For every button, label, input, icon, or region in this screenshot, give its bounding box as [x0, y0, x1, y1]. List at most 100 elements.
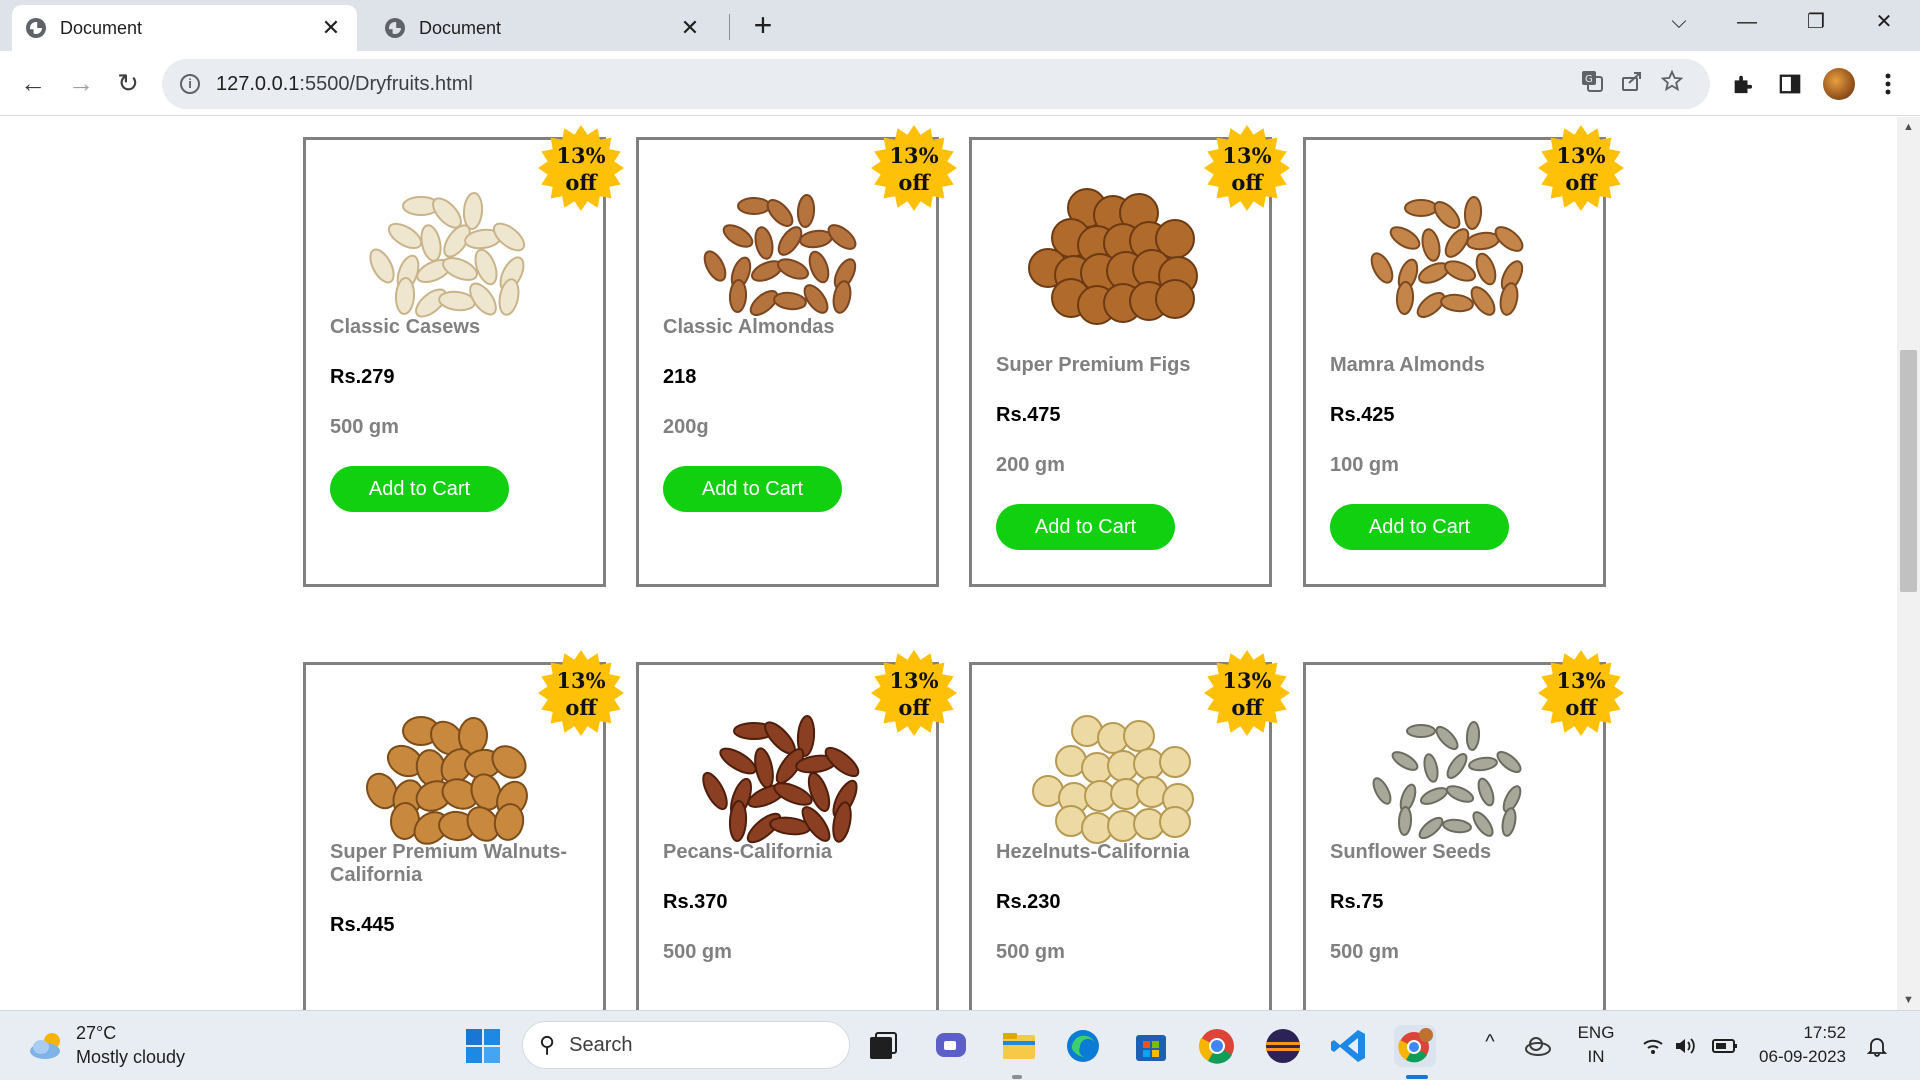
product-weight: 500 gm — [996, 941, 1065, 963]
tab-separator — [729, 14, 730, 40]
product-name: Sunflower Seeds — [1330, 841, 1492, 863]
discount-badge: 13% off — [1203, 124, 1291, 212]
product-price: Rs.279 — [330, 366, 395, 388]
extensions-icon[interactable] — [1724, 66, 1760, 102]
edge-browser-icon[interactable] — [1062, 1025, 1104, 1067]
language-indicator-line1[interactable]: ENG — [1570, 1023, 1622, 1043]
eclipse-ide-icon[interactable] — [1262, 1025, 1304, 1067]
reload-button[interactable]: ↻ — [110, 65, 146, 101]
product-name: Classic Casews — [330, 316, 481, 338]
svg-text:G: G — [1585, 74, 1593, 85]
product-weight: 500 gm — [1330, 941, 1399, 963]
tab-search-dropdown-icon[interactable]: ⌵ — [1653, 6, 1705, 38]
product-price: Rs.475 — [996, 404, 1061, 426]
product-image — [1351, 695, 1551, 865]
weather-description[interactable]: Mostly cloudy — [76, 1047, 185, 1068]
product-price: Rs.445 — [330, 914, 395, 936]
show-hidden-icons-chevron[interactable]: ^ — [1480, 1031, 1500, 1054]
product-card: 13% off Hezelnuts-California Rs.230 500 gm — [969, 650, 1290, 1010]
minimize-button[interactable]: — — [1721, 6, 1773, 38]
restore-button[interactable]: ❐ — [1790, 6, 1842, 38]
url-text[interactable]: 127.0.0.1:5500/Dryfruits.html — [216, 73, 1572, 96]
discount-percent: 13% — [1556, 668, 1606, 693]
teams-chat-icon[interactable] — [930, 1025, 972, 1067]
microsoft-store-icon[interactable] — [1130, 1025, 1172, 1067]
taskbar: 27°C Mostly cloudy ⚲ Search ^ ENG IN 17:… — [0, 1010, 1920, 1080]
product-weight: 200 gm — [996, 454, 1065, 476]
product-name: Super Premium Walnuts-California — [330, 841, 568, 886]
close-window-button[interactable]: ✕ — [1858, 6, 1910, 38]
product-image — [351, 170, 551, 340]
add-to-cart-button[interactable]: Add to Cart — [1330, 504, 1509, 550]
battery-icon[interactable] — [1712, 1038, 1738, 1054]
product-price: Rs.230 — [996, 891, 1061, 913]
product-name: Super Premium Figs — [996, 354, 1191, 376]
bookmark-star-icon[interactable] — [1652, 69, 1692, 98]
scroll-thumb[interactable] — [1900, 350, 1917, 592]
product-name: Classic Almondas — [663, 316, 835, 338]
clock-date[interactable]: 06-09-2023 — [1750, 1047, 1846, 1067]
tab-document-active[interactable]: Document ✕ — [12, 5, 357, 51]
discount-percent: 13% — [556, 668, 606, 693]
discount-off-label: off — [1565, 695, 1597, 720]
vertical-scrollbar[interactable]: ▲ ▼ — [1897, 117, 1920, 1010]
product-card: 13% off Classic Casews Rs.279 500 gm Add to C… — [303, 125, 624, 587]
chrome-icon[interactable] — [1196, 1025, 1238, 1067]
discount-badge: 13% off — [1203, 649, 1291, 737]
profile-avatar[interactable] — [1823, 68, 1855, 100]
discount-percent: 13% — [1222, 143, 1272, 168]
product-name: Mamra Almonds — [1330, 354, 1485, 376]
cloudy-weather-icon[interactable] — [28, 1031, 66, 1061]
product-weight: 500 gm — [330, 416, 399, 438]
product-image — [1351, 172, 1551, 342]
product-price: 218 — [663, 366, 697, 388]
file-explorer-icon[interactable] — [998, 1025, 1040, 1067]
scroll-up-arrow-icon[interactable]: ▲ — [1897, 117, 1920, 137]
taskbar-search-label: Search — [569, 1033, 633, 1056]
side-panel-icon[interactable] — [1772, 66, 1808, 102]
url-host: 127.0.0.1 — [216, 72, 300, 95]
back-button[interactable]: ← — [15, 65, 51, 101]
share-icon[interactable] — [1612, 70, 1652, 98]
product-price: Rs.370 — [663, 891, 728, 913]
tab-title: Document — [60, 17, 143, 38]
chrome-profile-active-icon[interactable] — [1394, 1025, 1436, 1067]
tab-document[interactable]: Document ✕ — [371, 5, 716, 51]
new-tab-button[interactable]: + — [748, 8, 778, 42]
language-indicator-line2[interactable]: IN — [1570, 1047, 1622, 1067]
search-icon: ⚲ — [539, 1032, 556, 1057]
translate-icon[interactable]: G — [1572, 70, 1612, 98]
task-view-icon[interactable] — [862, 1025, 904, 1067]
add-to-cart-button[interactable]: Add to Cart — [663, 466, 842, 512]
active-app-indicator — [1406, 1075, 1428, 1079]
forward-button[interactable]: → — [63, 65, 99, 101]
address-bar[interactable]: i 127.0.0.1:5500/Dryfruits.html G — [162, 59, 1710, 109]
tab-strip: Document ✕ Document ✕ + ⌵ — ❐ ✕ — [0, 0, 1920, 51]
discount-badge: 13% off — [1537, 649, 1625, 737]
taskbar-search-box[interactable]: ⚲ Search — [522, 1021, 850, 1069]
clock-time[interactable]: 17:52 — [1750, 1023, 1846, 1043]
volume-icon[interactable] — [1674, 1036, 1698, 1056]
windows-start-icon[interactable] — [462, 1025, 504, 1067]
add-to-cart-button[interactable]: Add to Cart — [330, 466, 509, 512]
product-name: Hezelnuts-California — [996, 841, 1190, 863]
globe-icon — [385, 18, 405, 38]
notifications-bell-icon[interactable] — [1866, 1035, 1888, 1057]
vscode-icon[interactable] — [1328, 1025, 1370, 1067]
tab-close-icon[interactable]: ✕ — [678, 15, 702, 41]
product-card: 13% off Classic Almondas 218 200g Add to Cart — [636, 125, 957, 587]
site-info-icon[interactable]: i — [180, 74, 200, 94]
product-card: 13% off Super Premium Figs Rs.475 200 gm Add … — [969, 125, 1290, 587]
discount-off-label: off — [565, 170, 597, 195]
browser-toolbar: ← → ↻ i 127.0.0.1:5500/Dryfruits.html G — [0, 51, 1920, 116]
add-to-cart-button[interactable]: Add to Cart — [996, 504, 1175, 550]
wifi-icon[interactable] — [1642, 1036, 1664, 1056]
tab-close-icon[interactable]: ✕ — [319, 15, 343, 41]
weather-temperature[interactable]: 27°C — [76, 1023, 116, 1044]
product-price: Rs.425 — [1330, 404, 1395, 426]
scroll-down-arrow-icon[interactable]: ▼ — [1897, 990, 1920, 1010]
discount-badge: 13% off — [537, 124, 625, 212]
browser-menu-icon[interactable] — [1870, 66, 1906, 102]
onedrive-cloud-icon[interactable] — [1524, 1035, 1552, 1057]
discount-percent: 13% — [1556, 143, 1606, 168]
